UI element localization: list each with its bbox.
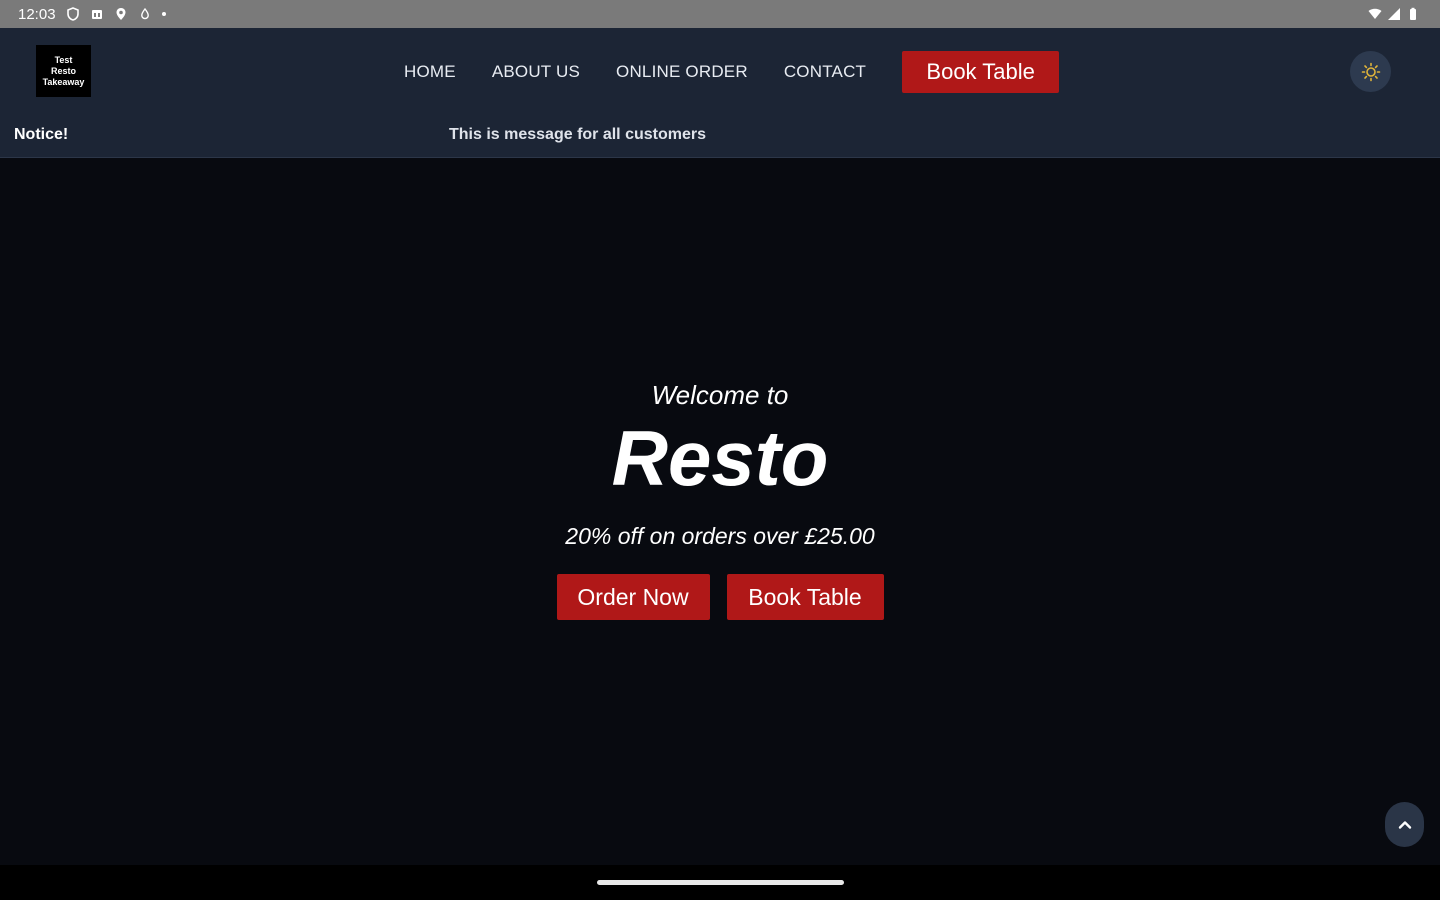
hero-welcome: Welcome to (651, 380, 789, 410)
home-gesture-handle[interactable] (597, 880, 844, 885)
logo-line-2: Resto (50, 65, 76, 76)
hero-section: Welcome to Resto 20% off on orders over … (0, 158, 1440, 865)
shield-icon (66, 7, 79, 21)
signal-icon (1388, 8, 1400, 20)
status-bar-left: 12:03 (18, 6, 166, 23)
location-icon (116, 8, 126, 20)
hero-actions: Order Now Book Table (556, 574, 884, 620)
notice-message: This is message for all customers (449, 126, 706, 143)
order-now-button[interactable]: Order Now (556, 574, 710, 620)
nav-online-order[interactable]: ONLINE ORDER (616, 62, 748, 82)
dot-icon (161, 12, 166, 16)
nav-about-us[interactable]: ABOUT US (492, 62, 580, 82)
wifi-icon (1368, 8, 1382, 19)
nav-contact[interactable]: CONTACT (784, 62, 866, 82)
drop-icon (140, 7, 149, 20)
logo-line-1: Test (54, 54, 73, 65)
chevron-up-icon (1398, 820, 1411, 829)
nav-book-table-button[interactable]: Book Table (902, 51, 1060, 93)
sim-icon (91, 10, 102, 19)
status-bar-right (1368, 7, 1420, 21)
status-bar: 12:03 (0, 0, 1440, 28)
sun-icon (1361, 62, 1380, 81)
hero-offer: 20% off on orders over £25.00 (565, 523, 875, 549)
hero-book-table-button[interactable]: Book Table (726, 574, 884, 620)
hero-brand-title: Resto (611, 414, 829, 502)
hero-content: Welcome to Resto 20% off on orders over … (0, 380, 1440, 620)
scroll-to-top-button[interactable] (1385, 802, 1424, 847)
site-header: Test Resto Takeaway HOME ABOUT US ONLINE… (0, 28, 1440, 158)
theme-toggle-button[interactable] (1350, 51, 1391, 92)
battery-icon (1410, 7, 1416, 20)
main-nav: HOME ABOUT US ONLINE ORDER CONTACT Book … (404, 51, 1060, 93)
logo-line-3: Takeaway (42, 76, 85, 87)
system-navigation-bar (0, 865, 1440, 900)
nav-home[interactable]: HOME (404, 62, 456, 82)
logo[interactable]: Test Resto Takeaway (36, 45, 91, 97)
notice-label: Notice! (14, 126, 69, 143)
status-time: 12:03 (18, 5, 56, 23)
